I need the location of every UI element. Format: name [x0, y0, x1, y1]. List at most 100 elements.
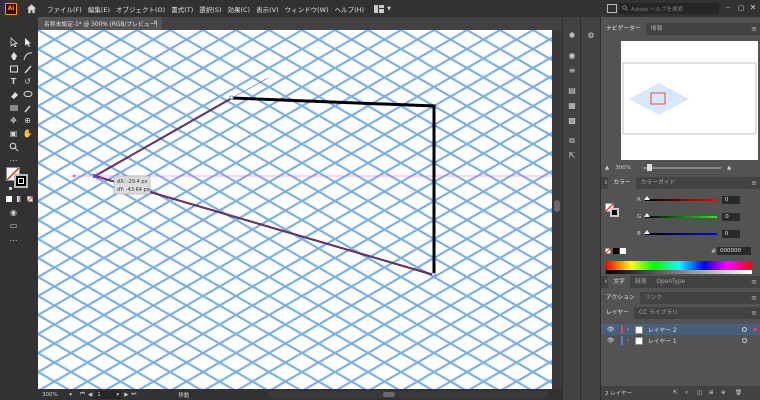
help-search-input[interactable]: Adobe ヘルプを検索	[619, 3, 719, 14]
gradient-tool-icon[interactable]	[8, 102, 19, 113]
menu-item[interactable]: 表示(V)	[256, 4, 279, 14]
tab-navigator[interactable]: ナビゲーター	[601, 23, 646, 35]
align-panel-icon[interactable]: ▤	[567, 86, 577, 96]
layer-row[interactable]: 👁 › レイヤー 1	[601, 335, 760, 346]
menu-item[interactable]: 編集(E)	[88, 4, 110, 14]
next-artboard-icon[interactable]: ▶	[124, 392, 128, 398]
tab-cc-libraries[interactable]: CC ライブラリ	[634, 307, 683, 319]
stroke-panel-icon[interactable]: ≡	[567, 66, 577, 76]
target-icon[interactable]	[742, 327, 747, 332]
slider-knob[interactable]	[646, 164, 652, 171]
minimize-button[interactable]: –	[722, 2, 734, 14]
menu-item[interactable]: ファイル(F)	[47, 4, 82, 14]
expand-arrow-icon[interactable]: ›	[627, 338, 633, 344]
pathfinder-panel-icon[interactable]: ▩	[567, 116, 577, 126]
eyedropper-tool-icon[interactable]	[22, 102, 33, 113]
panel-menu-icon[interactable]: ≡	[751, 292, 757, 304]
screen-mode-icon[interactable]: ▭	[8, 220, 19, 231]
scroll-thumb[interactable]	[554, 200, 560, 212]
navigator-preview[interactable]	[621, 41, 758, 160]
artboard-tool-icon[interactable]: ▣	[8, 128, 19, 139]
zoom-out-icon[interactable]: ▲	[605, 165, 609, 171]
zoom-tool-icon[interactable]	[8, 141, 19, 152]
brushes-panel-icon[interactable]: ◉	[567, 51, 577, 61]
blend-tool-icon[interactable]: ✥	[8, 115, 19, 126]
none-mode-icon[interactable]	[27, 196, 33, 202]
slider-knob[interactable]	[643, 196, 650, 200]
rectangle-tool-icon[interactable]	[8, 63, 19, 74]
tab-paragraph[interactable]: 段落	[630, 276, 652, 288]
anchor-point[interactable]	[431, 272, 436, 277]
tab-color-guide[interactable]: カラーガイド	[636, 177, 681, 189]
none-color-icon[interactable]	[605, 248, 611, 254]
lasso-tool-icon[interactable]	[22, 89, 33, 100]
export-icon[interactable]: ⇱	[673, 390, 678, 396]
grayscale-ramp[interactable]	[606, 270, 752, 274]
locate-object-icon[interactable]: ⌕	[685, 390, 688, 397]
white-color-icon[interactable]	[620, 248, 626, 254]
artboard-canvas[interactable]: dX: -29.4 px dY: -43.64 px	[38, 30, 552, 389]
panel-menu-icon[interactable]: ≡	[751, 276, 757, 288]
black-color-icon[interactable]	[613, 248, 619, 254]
eye-icon[interactable]: 👁	[607, 327, 615, 333]
new-sublayer-icon[interactable]: ⊞	[709, 390, 714, 396]
menu-item[interactable]: 書式(T)	[171, 4, 193, 14]
tab-color[interactable]: カラー	[608, 177, 636, 189]
layer-name[interactable]: レイヤー 2	[648, 325, 677, 334]
vertical-scrollbar[interactable]	[552, 30, 562, 389]
default-colors-icon[interactable]: ▪	[5, 183, 16, 194]
menu-item[interactable]: ヘルプ(H)	[335, 4, 364, 14]
tab-links[interactable]: リンク	[640, 292, 667, 304]
pen-tool-icon[interactable]	[8, 50, 19, 61]
color-mode-icon[interactable]	[6, 196, 12, 202]
tab-opentype[interactable]: OpenType	[651, 276, 690, 288]
menu-item[interactable]: ウィンドウ(W)	[285, 4, 329, 14]
eraser-tool-icon[interactable]	[8, 89, 19, 100]
direct-selection-tool-icon[interactable]	[22, 36, 33, 47]
anchor-point[interactable]	[229, 95, 234, 100]
paintbrush-tool-icon[interactable]	[22, 63, 33, 74]
expand-arrow-icon[interactable]: ›	[627, 327, 633, 333]
slider-knob[interactable]	[644, 213, 651, 217]
more-tools-icon[interactable]: ⋯	[8, 235, 19, 246]
target-icon[interactable]	[742, 338, 747, 343]
r-slider[interactable]	[643, 196, 717, 201]
tab-layers[interactable]: レイヤー	[601, 307, 635, 319]
hand-tool-icon[interactable]: ✋	[22, 128, 33, 139]
properties-panel-icon[interactable]: ⚙	[586, 31, 596, 41]
type-tool-icon[interactable]: T	[8, 76, 19, 87]
clipping-mask-icon[interactable]: ◫	[697, 390, 702, 396]
edit-toolbar-icon[interactable]: ⋯	[8, 155, 19, 166]
layer-row[interactable]: 👁 › レイヤー 2	[601, 324, 760, 335]
scroll-thumb[interactable]	[383, 392, 395, 397]
artboard-number-field[interactable]: 1 ▾	[95, 390, 122, 399]
b-value-field[interactable]: 0	[721, 230, 740, 238]
eye-icon[interactable]: 👁	[607, 338, 615, 344]
menu-item[interactable]: 効果(C)	[227, 4, 250, 14]
color-spectrum[interactable]	[606, 261, 752, 270]
maximize-button[interactable]: ▢	[735, 2, 747, 14]
close-window-button[interactable]: ✕	[747, 2, 759, 14]
slider-knob[interactable]	[643, 230, 650, 234]
panel-menu-icon[interactable]: ≡	[751, 177, 757, 189]
workspace-switcher[interactable]: ▼	[374, 4, 391, 13]
tab-actions[interactable]: アクション	[601, 292, 640, 304]
horizontal-scrollbar[interactable]	[268, 391, 548, 398]
tab-character[interactable]: 文字	[608, 276, 630, 288]
selection-tool-icon[interactable]	[8, 36, 19, 47]
panel-menu-icon[interactable]: ≡	[751, 307, 757, 319]
panel-menu-icon[interactable]: ≡	[751, 23, 757, 35]
menu-item[interactable]: オブジェクト(O)	[116, 4, 165, 14]
curvature-tool-icon[interactable]	[22, 50, 33, 61]
new-layer-icon[interactable]: ⊕	[721, 390, 726, 396]
transform-panel-icon[interactable]: ▦	[567, 101, 577, 111]
artboards-panel-icon[interactable]: ⧉	[567, 136, 577, 146]
panel-toggle-icon[interactable]	[607, 4, 617, 13]
anchor-point[interactable]	[93, 174, 97, 178]
selection-indicator[interactable]	[754, 328, 757, 331]
last-artboard-icon[interactable]: ⏭	[131, 391, 136, 398]
appearance-panel-icon[interactable]: ✺	[567, 31, 577, 41]
document-tab[interactable]: 名称未設定-1* @ 300% (RGB/プレビュー) ×	[38, 17, 162, 30]
zoom-in-icon[interactable]: ▲	[727, 165, 731, 171]
gradient-mode-icon[interactable]	[17, 196, 23, 202]
